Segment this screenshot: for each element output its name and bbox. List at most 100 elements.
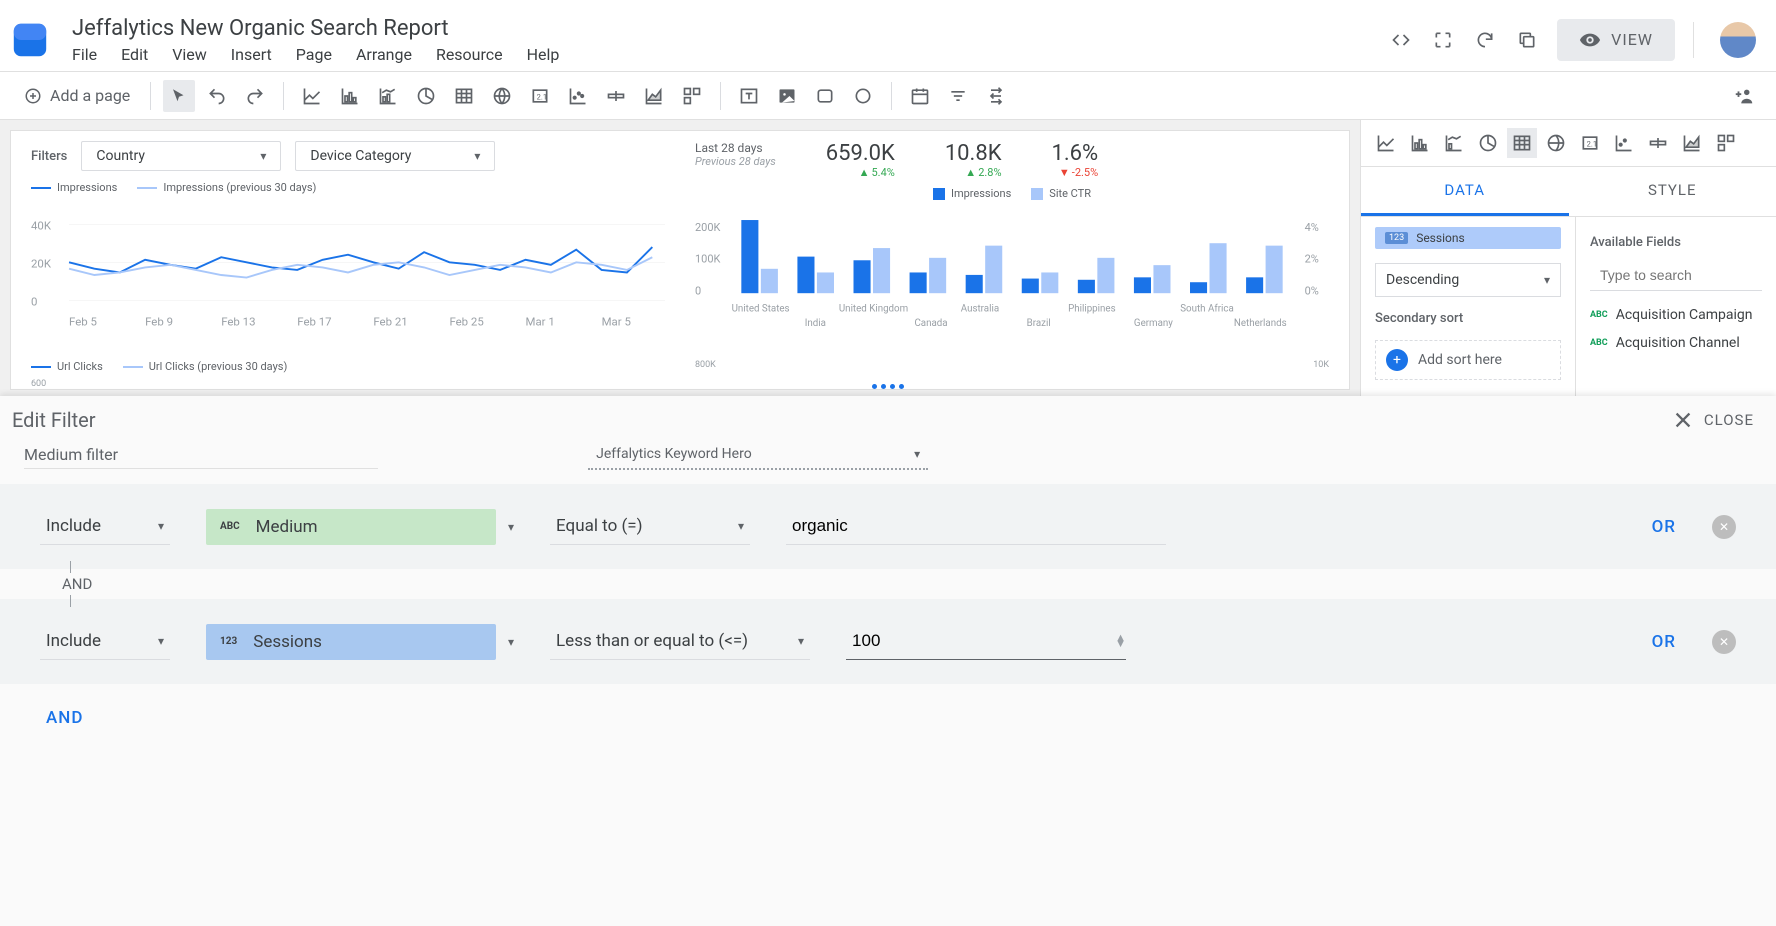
menu-edit[interactable]: Edit xyxy=(121,45,148,64)
svg-text:0%: 0% xyxy=(1305,284,1319,297)
filter-row-1: Include▾ ABCMedium ▾ Equal to (=)▾ OR ✕ xyxy=(0,484,1776,569)
combo-chart-icon[interactable] xyxy=(372,80,404,112)
ct-combo-icon[interactable] xyxy=(1439,128,1469,158)
filter-name[interactable]: Medium filter xyxy=(24,441,378,469)
and-add-button[interactable]: AND xyxy=(0,690,1776,746)
remove-row-2[interactable]: ✕ xyxy=(1712,630,1736,654)
svg-text:Feb 5: Feb 5 xyxy=(69,315,97,329)
or-button-1[interactable]: OR xyxy=(1652,517,1676,537)
filter-control-icon[interactable] xyxy=(942,80,974,112)
clicks-legend: Url Clicks Url Clicks (previous 30 days) xyxy=(31,360,665,373)
field-caret-1[interactable]: ▾ xyxy=(508,520,514,534)
bullet-chart-icon[interactable] xyxy=(600,80,632,112)
redo-button[interactable] xyxy=(239,80,271,112)
undo-button[interactable] xyxy=(201,80,233,112)
circle-tool-icon[interactable] xyxy=(847,80,879,112)
document-title[interactable]: Jeffalytics New Organic Search Report xyxy=(68,16,1389,41)
field-acq-campaign[interactable]: ABCAcquisition Campaign xyxy=(1590,301,1762,329)
line-legend: Impressions Impressions (previous 30 day… xyxy=(31,181,665,194)
filter-row-2: Include▾ 123Sessions ▾ Less than or equa… xyxy=(0,599,1776,684)
menu-view[interactable]: View xyxy=(172,45,207,64)
menu-file[interactable]: File xyxy=(72,45,97,64)
tab-data[interactable]: DATA xyxy=(1361,167,1569,216)
refresh-icon[interactable] xyxy=(1473,28,1497,52)
rectangle-tool-icon[interactable] xyxy=(809,80,841,112)
embed-icon[interactable] xyxy=(1389,28,1413,52)
select-tool[interactable] xyxy=(163,80,195,112)
sessions-chip[interactable]: 123Sessions xyxy=(1375,227,1561,249)
field-search-input[interactable] xyxy=(1600,267,1776,283)
ct-pivot-icon[interactable] xyxy=(1711,128,1741,158)
field-search[interactable] xyxy=(1590,260,1762,291)
add-people-icon[interactable] xyxy=(1728,80,1760,112)
data-control-icon[interactable] xyxy=(980,80,1012,112)
ct-table-icon[interactable] xyxy=(1507,128,1537,158)
table-icon[interactable] xyxy=(448,80,480,112)
geo-chart-icon[interactable] xyxy=(486,80,518,112)
include-exclude-1[interactable]: Include▾ xyxy=(40,508,170,545)
header: Jeffalytics New Organic Search Report Fi… xyxy=(0,0,1776,72)
remove-row-1[interactable]: ✕ xyxy=(1712,515,1736,539)
pivot-table-icon[interactable] xyxy=(676,80,708,112)
menu-insert[interactable]: Insert xyxy=(231,45,272,64)
value-input-2[interactable] xyxy=(846,623,1115,659)
user-avatar[interactable] xyxy=(1720,22,1756,58)
impressions-line-chart: 40K 20K 0 Feb 5 Feb 9 Feb 13 Feb 17 Feb … xyxy=(31,200,665,350)
report-panel: Filters Country▾ Device Category▾ Impres… xyxy=(10,130,1350,390)
scorecard-icon[interactable]: 2.1 xyxy=(524,80,556,112)
ct-scatter-icon[interactable] xyxy=(1609,128,1639,158)
copy-icon[interactable] xyxy=(1515,28,1539,52)
text-tool-icon[interactable] xyxy=(733,80,765,112)
svg-text:Feb 25: Feb 25 xyxy=(449,315,483,329)
menu-help[interactable]: Help xyxy=(527,45,560,64)
ct-scorecard-icon[interactable]: 2.1 xyxy=(1575,128,1605,158)
separator xyxy=(891,82,892,110)
scatter-chart-icon[interactable] xyxy=(562,80,594,112)
add-page-button[interactable]: Add a page xyxy=(16,86,138,105)
country-filter[interactable]: Country▾ xyxy=(81,141,281,171)
menu-page[interactable]: Page xyxy=(296,45,332,64)
ct-pie-icon[interactable] xyxy=(1473,128,1503,158)
menu-arrange[interactable]: Arrange xyxy=(356,45,412,64)
pie-chart-icon[interactable] xyxy=(410,80,442,112)
field-caret-2[interactable]: ▾ xyxy=(508,635,514,649)
view-button[interactable]: VIEW xyxy=(1557,19,1675,61)
svg-text:Feb 13: Feb 13 xyxy=(221,315,255,329)
field-acq-channel[interactable]: ABCAcquisition Channel xyxy=(1590,329,1762,357)
tab-style[interactable]: STYLE xyxy=(1569,167,1776,216)
image-tool-icon[interactable] xyxy=(771,80,803,112)
filters-row: Filters Country▾ Device Category▾ xyxy=(31,141,665,171)
menu-resource[interactable]: Resource xyxy=(436,45,503,64)
eye-icon xyxy=(1579,29,1601,51)
ct-area-icon[interactable] xyxy=(1677,128,1707,158)
area-chart-icon[interactable] xyxy=(638,80,670,112)
data-source-select[interactable]: Jeffalytics Keyword Hero▾ xyxy=(588,440,928,470)
condition-1[interactable]: Equal to (=)▾ xyxy=(550,508,750,545)
include-exclude-2[interactable]: Include▾ xyxy=(40,623,170,660)
sort-direction[interactable]: Descending▾ xyxy=(1375,263,1561,297)
field-chip-medium[interactable]: ABCMedium xyxy=(206,509,496,545)
date-range-icon[interactable] xyxy=(904,80,936,112)
line-chart-block: Filters Country▾ Device Category▾ Impres… xyxy=(31,141,665,379)
filter-title: Edit Filter xyxy=(12,408,96,432)
ct-bullet-icon[interactable] xyxy=(1643,128,1673,158)
svg-text:Mar 1: Mar 1 xyxy=(526,315,555,329)
stat-clicks: 10.8K ▲2.8% xyxy=(945,141,1002,179)
line-chart-icon[interactable] xyxy=(296,80,328,112)
value-input-1[interactable] xyxy=(786,508,1166,545)
expand-handle[interactable] xyxy=(872,384,904,389)
or-button-2[interactable]: OR xyxy=(1652,632,1676,652)
available-fields-label: Available Fields xyxy=(1590,235,1762,250)
bar-chart-icon[interactable] xyxy=(334,80,366,112)
ct-geo-icon[interactable] xyxy=(1541,128,1571,158)
field-chip-sessions[interactable]: 123Sessions xyxy=(206,624,496,660)
close-button[interactable]: CLOSE xyxy=(1672,409,1754,431)
ct-bar-icon[interactable] xyxy=(1405,128,1435,158)
device-filter[interactable]: Device Category▾ xyxy=(295,141,495,171)
ct-line-icon[interactable] xyxy=(1371,128,1401,158)
condition-2[interactable]: Less than or equal to (<=)▾ xyxy=(550,623,810,660)
title-area: Jeffalytics New Organic Search Report Fi… xyxy=(68,16,1389,64)
number-stepper[interactable]: ▲▼ xyxy=(1115,635,1126,647)
add-sort-button[interactable]: +Add sort here xyxy=(1375,340,1561,380)
fullscreen-icon[interactable] xyxy=(1431,28,1455,52)
